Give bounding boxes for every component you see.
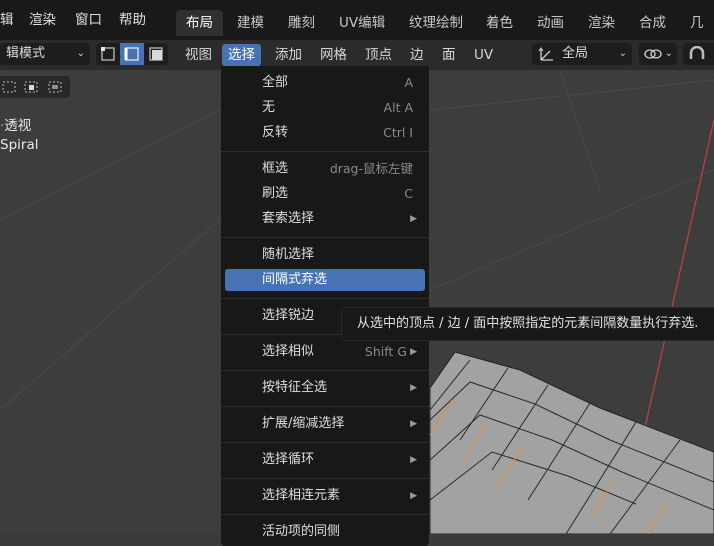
chevron-down-icon: ⌄ <box>618 48 627 59</box>
menu-edit[interactable]: 辑 <box>0 8 14 32</box>
mode-label: 辑模式 <box>6 46 46 61</box>
submenu-arrow-icon: ▶ <box>410 347 417 357</box>
menu-separator <box>221 478 429 479</box>
tab-modeling[interactable]: 建模 <box>237 10 264 36</box>
select-similar-item[interactable]: 选择相似 Shift G ▶ <box>225 341 425 363</box>
select-linked-item[interactable]: 选择相连元素 ▶ <box>225 485 425 507</box>
view-name-label: ·透视 <box>0 118 32 134</box>
orientation-label: 全局 <box>562 46 589 61</box>
select-menu-popup: 全部 A 无 Alt A 反转 Ctrl I 框选 drag-鼠标左键 刷选 C 套索选择… <box>221 66 429 546</box>
select-more-less-item[interactable]: 扩展/缩减选择 ▶ <box>225 413 425 435</box>
circle-select-item[interactable]: 刷选 C <box>225 183 425 205</box>
top-bar: 辑 渲染 窗口 帮助 布局 建模 雕刻 UV编辑 纹理绘制 着色 动画 渲染 合… <box>0 0 714 57</box>
menu-add[interactable]: 添加 <box>275 44 302 66</box>
menu-face[interactable]: 面 <box>442 44 456 66</box>
menu-view[interactable]: 视图 <box>185 44 212 66</box>
face-select-icon[interactable] <box>144 43 168 65</box>
select-loops-item[interactable]: 选择循环 ▶ <box>225 449 425 471</box>
magnet-icon <box>688 45 706 70</box>
submenu-arrow-icon: ▶ <box>410 491 417 501</box>
chevron-down-icon: ⌄ <box>664 48 673 59</box>
select-side-of-active-item[interactable]: 活动项的同侧 <box>225 521 425 543</box>
tooltip: 从选中的顶点 / 边 / 面中按照指定的元素间隔数量执行弃选. <box>341 307 714 341</box>
menu-mesh[interactable]: 网格 <box>320 44 347 66</box>
submenu-arrow-icon: ▶ <box>410 419 417 429</box>
menu-window[interactable]: 窗口 <box>75 8 102 32</box>
menu-separator <box>221 406 429 407</box>
tab-rendering[interactable]: 渲染 <box>588 10 615 36</box>
menu-render[interactable]: 渲染 <box>29 8 56 32</box>
checker-deselect-item[interactable]: 间隔式弃选 <box>225 269 425 291</box>
tab-sculpting[interactable]: 雕刻 <box>288 10 315 36</box>
submenu-arrow-icon: ▶ <box>410 383 417 393</box>
menu-separator <box>221 151 429 152</box>
select-invert-item[interactable]: 反转 Ctrl I <box>225 122 425 144</box>
pivot-link-icon <box>643 46 663 70</box>
vertex-select-icon[interactable] <box>96 43 120 65</box>
menu-separator <box>221 370 429 371</box>
menu-select[interactable]: 选择 <box>222 44 261 66</box>
menu-vertex[interactable]: 顶点 <box>365 44 392 66</box>
chevron-down-icon: ⌄ <box>76 48 85 59</box>
menu-edge[interactable]: 边 <box>410 44 424 66</box>
select-all-by-trait-item[interactable]: 按特征全选 ▶ <box>225 377 425 399</box>
orientation-icon <box>538 46 556 70</box>
tab-compositing[interactable]: 合成 <box>639 10 666 36</box>
menu-help[interactable]: 帮助 <box>119 8 146 32</box>
tab-animation[interactable]: 动画 <box>537 10 564 36</box>
snap-toggle[interactable] <box>683 43 714 65</box>
submenu-arrow-icon: ▶ <box>410 214 417 224</box>
spiral-mesh <box>429 351 714 534</box>
menu-uv[interactable]: UV <box>474 44 493 66</box>
transform-orientation-dropdown[interactable]: 全局 ⌄ <box>532 43 632 65</box>
select-mode-group <box>96 43 168 65</box>
tab-layout[interactable]: 布局 <box>176 10 223 36</box>
pivot-point-dropdown[interactable]: ⌄ <box>639 43 677 65</box>
object-name-label: Spiral <box>0 137 39 153</box>
tab-geometry-nodes[interactable]: 几何 <box>690 10 714 57</box>
select-random-item[interactable]: 随机选择 <box>225 244 425 266</box>
tab-shading[interactable]: 着色 <box>486 10 513 36</box>
edge-select-icon[interactable] <box>120 43 144 65</box>
mode-dropdown[interactable]: 辑模式 ⌄ <box>0 43 90 65</box>
tab-uv-editing[interactable]: UV编辑 <box>339 10 385 36</box>
lasso-select-item[interactable]: 套索选择 ▶ <box>225 208 425 230</box>
menu-separator <box>221 237 429 238</box>
select-all-item[interactable]: 全部 A <box>225 72 425 94</box>
select-extend-icon[interactable] <box>22 79 42 99</box>
select-subtract-icon[interactable] <box>46 79 66 99</box>
submenu-arrow-icon: ▶ <box>410 455 417 465</box>
menu-separator <box>221 442 429 443</box>
x-axis-line <box>639 119 714 451</box>
select-new-icon[interactable] <box>0 79 20 99</box>
select-none-item[interactable]: 无 Alt A <box>225 97 425 119</box>
menu-separator <box>221 514 429 515</box>
box-select-item[interactable]: 框选 drag-鼠标左键 <box>225 158 425 180</box>
select-box-tool-group <box>0 76 70 98</box>
tab-texture-paint[interactable]: 纹理绘制 <box>409 10 463 36</box>
menu-separator <box>221 298 429 299</box>
